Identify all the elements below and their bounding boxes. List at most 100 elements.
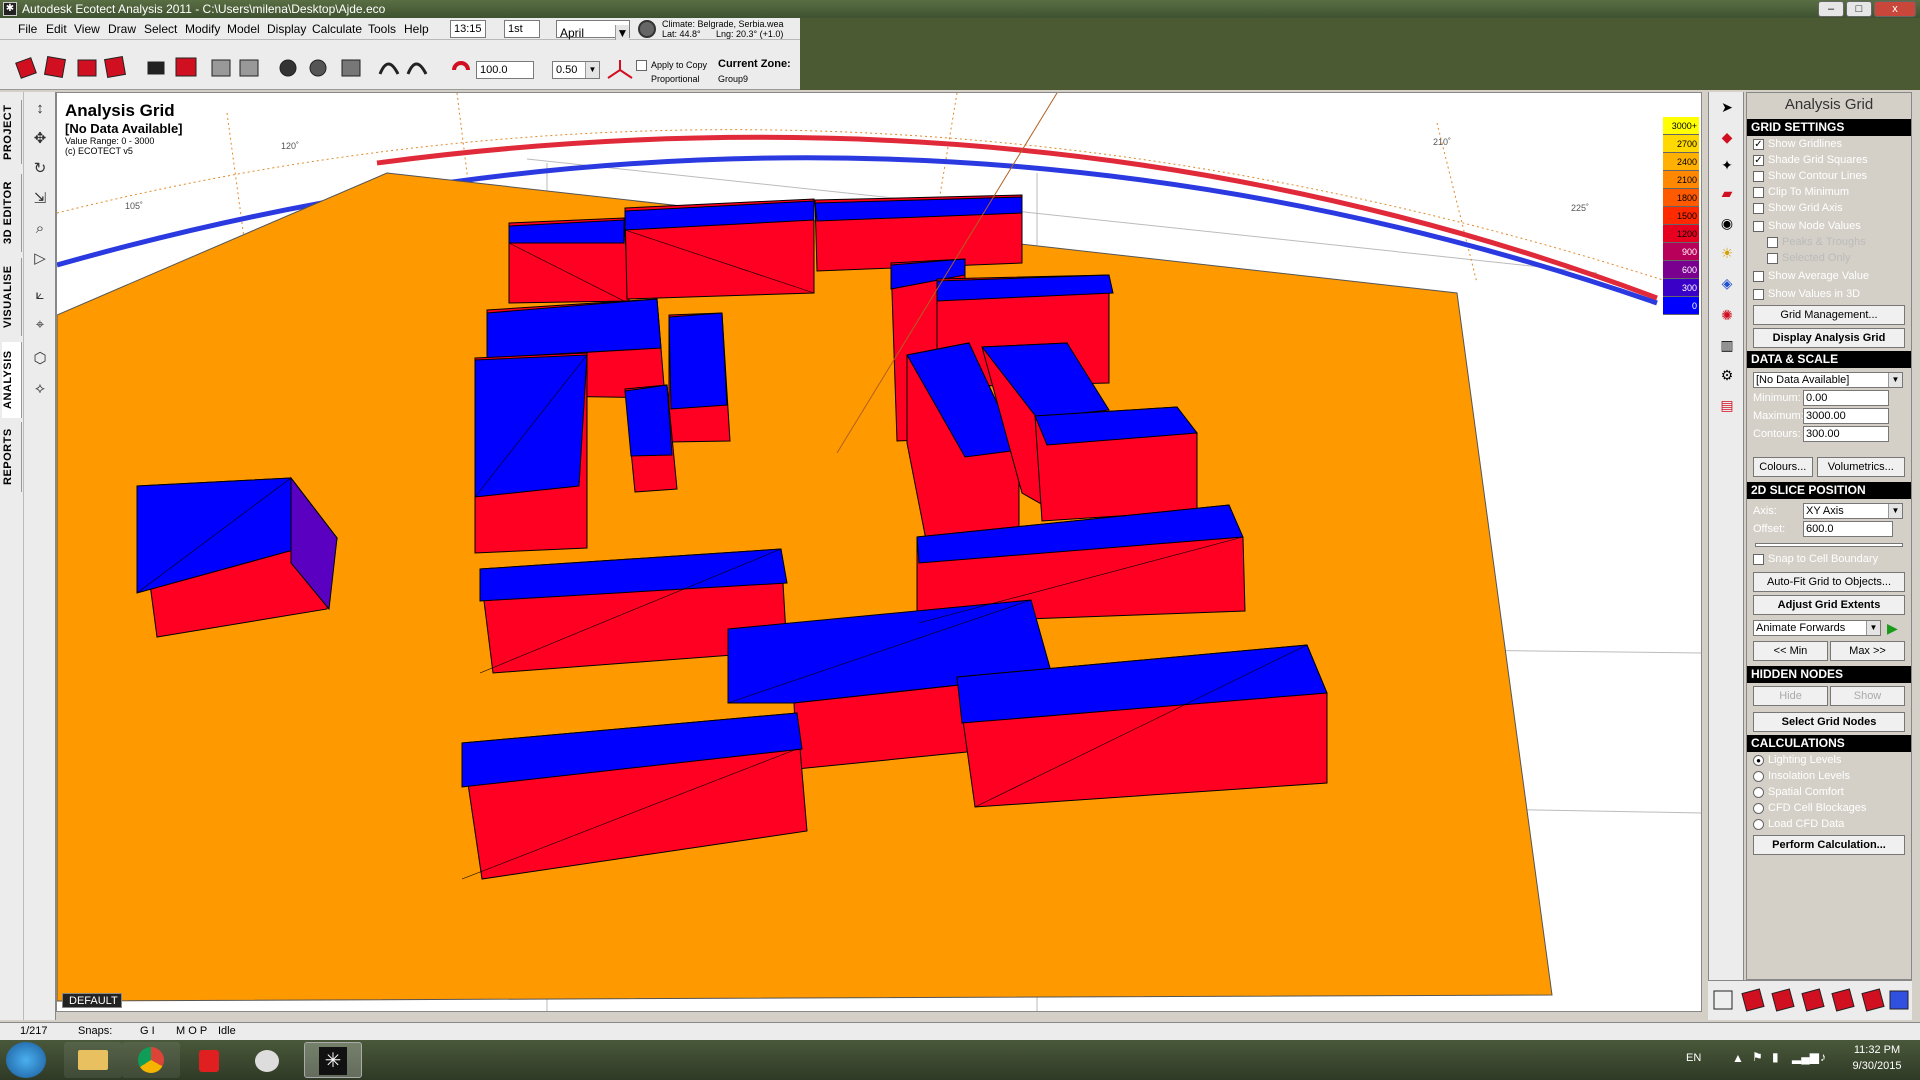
colours-button[interactable]: Colours...	[1753, 457, 1813, 477]
maximum-input[interactable]: 3000.00	[1803, 408, 1889, 424]
shade-grid-row[interactable]: ✓ Shade Grid Squares	[1747, 152, 1911, 168]
explorer-task[interactable]	[64, 1042, 122, 1078]
media-task[interactable]	[180, 1042, 238, 1078]
load-cfd-row[interactable]: Load CFD Data	[1747, 816, 1911, 832]
day-input[interactable]: 1st	[504, 20, 540, 38]
menu-file[interactable]: File	[18, 22, 37, 36]
snap-mop[interactable]: M O P	[176, 1025, 207, 1037]
menu-model[interactable]: Model	[227, 22, 260, 36]
film-task[interactable]	[238, 1042, 296, 1078]
max-button[interactable]: Max >>	[1830, 641, 1905, 661]
chrome-task[interactable]	[122, 1042, 180, 1078]
snap-cell-row[interactable]: Snap to Cell Boundary	[1747, 551, 1907, 567]
offset-input[interactable]: 0.50 ▼	[552, 61, 600, 79]
apply-to-copy-checkbox[interactable]	[636, 60, 647, 71]
current-zone-value[interactable]: Group9	[718, 74, 748, 84]
volumetrics-button[interactable]: Volumetrics...	[1816, 457, 1905, 477]
scene-canvas[interactable]: 105˚ 120˚ 210˚ 225˚	[57, 93, 1702, 1012]
values-3d-checkbox[interactable]	[1753, 288, 1764, 300]
menu-edit[interactable]: Edit	[46, 22, 67, 36]
tab-project[interactable]: PROJECT	[2, 100, 22, 164]
data-select[interactable]: [No Data Available] ▼	[1753, 372, 1903, 388]
bin-icon[interactable]: ▥	[1716, 334, 1738, 356]
axes-icon[interactable]: ⟀	[29, 284, 51, 306]
values-3d-row[interactable]: Show Values in 3D	[1747, 286, 1911, 302]
dolly-icon[interactable]: ⇲	[29, 188, 51, 210]
select-grid-nodes-button[interactable]: Select Grid Nodes	[1753, 712, 1905, 732]
volume-icon[interactable]: ♪	[1820, 1050, 1826, 1064]
ecotect-task[interactable]: ✳	[304, 1042, 362, 1078]
clock-date[interactable]: 9/30/2015	[1844, 1060, 1910, 1072]
perform-calculation-button[interactable]: Perform Calculation...	[1753, 835, 1905, 855]
insolation-levels-radio[interactable]	[1753, 770, 1764, 782]
zoom-icon[interactable]: ⌕	[29, 218, 51, 240]
contours-input[interactable]: 300.00	[1803, 426, 1889, 442]
clock-time[interactable]: 11:32 PM	[1844, 1044, 1910, 1056]
spatial-comfort-row[interactable]: Spatial Comfort	[1747, 784, 1911, 800]
time-input[interactable]: 13:15	[450, 20, 486, 38]
slice-offset-input[interactable]: 600.0	[1803, 521, 1893, 537]
slice-slider[interactable]	[1755, 543, 1903, 547]
zones-icon[interactable]: ✦	[1716, 154, 1738, 176]
contour-lines-row[interactable]: Show Contour Lines	[1747, 168, 1911, 184]
lighting-levels-row[interactable]: ● Lighting Levels	[1747, 752, 1911, 768]
show-button[interactable]: Show	[1830, 686, 1905, 706]
lighting-levels-radio[interactable]: ●	[1753, 754, 1764, 766]
menu-help[interactable]: Help	[404, 22, 429, 36]
node-values-row[interactable]: Show Node Values	[1747, 218, 1911, 234]
close-button[interactable]: x	[1874, 1, 1916, 17]
menu-draw[interactable]: Draw	[108, 22, 136, 36]
globe-icon[interactable]	[638, 20, 656, 38]
auto-fit-button[interactable]: Auto-Fit Grid to Objects...	[1753, 572, 1905, 592]
menu-tools[interactable]: Tools	[368, 22, 396, 36]
data-scale-header[interactable]: DATA & SCALE	[1747, 351, 1911, 368]
3d-viewport[interactable]: 105˚ 120˚ 210˚ 225˚ Analysis Grid [No Da…	[56, 92, 1702, 1012]
month-select[interactable]: April ▼	[556, 20, 630, 41]
minimum-input[interactable]: 0.00	[1803, 390, 1889, 406]
flag-icon[interactable]: ⚑	[1752, 1050, 1763, 1064]
start-button[interactable]	[6, 1042, 46, 1078]
minimize-button[interactable]: –	[1818, 1, 1844, 17]
cfd-blockages-radio[interactable]	[1753, 802, 1764, 814]
adjust-grid-extents-button[interactable]: Adjust Grid Extents	[1753, 595, 1905, 615]
slice-position-header[interactable]: 2D SLICE POSITION	[1747, 482, 1911, 499]
menu-display[interactable]: Display	[267, 22, 306, 36]
script-icon[interactable]: ⚙	[1716, 364, 1738, 386]
pan-vertical-icon[interactable]: ↕	[29, 98, 51, 120]
shade-grid-checkbox[interactable]: ✓	[1753, 154, 1764, 166]
snap-icon[interactable]: ⌖	[29, 314, 51, 336]
hide-button[interactable]: Hide	[1753, 686, 1828, 706]
axis-select[interactable]: XY Axis ▼	[1803, 503, 1903, 519]
language-indicator[interactable]: EN	[1686, 1052, 1701, 1064]
properties-icon[interactable]: ▰	[1716, 182, 1738, 204]
eye-icon[interactable]: ◉	[1716, 212, 1738, 234]
nodes-icon[interactable]: ⟡	[29, 378, 51, 400]
node-values-checkbox[interactable]	[1753, 220, 1764, 232]
display-analysis-grid-button[interactable]: Display Analysis Grid	[1753, 328, 1905, 348]
grid-settings-header[interactable]: GRID SETTINGS	[1747, 119, 1911, 136]
hidden-nodes-header[interactable]: HIDDEN NODES	[1747, 666, 1911, 683]
show-gridlines-row[interactable]: ✓ Show Gridlines	[1747, 136, 1911, 152]
clip-minimum-checkbox[interactable]	[1753, 186, 1764, 198]
contour-lines-checkbox[interactable]	[1753, 170, 1764, 182]
calculations-header[interactable]: CALCULATIONS	[1747, 735, 1911, 752]
insolation-levels-row[interactable]: Insolation Levels	[1747, 768, 1911, 784]
signal-icon[interactable]: ▂▄▆	[1792, 1050, 1819, 1064]
play-icon[interactable]: ▶	[1887, 620, 1901, 636]
menu-modify[interactable]: Modify	[185, 22, 220, 36]
min-button[interactable]: << Min	[1753, 641, 1828, 661]
average-value-row[interactable]: Show Average Value	[1747, 268, 1911, 284]
tab-analysis[interactable]: ANALYSIS	[2, 342, 22, 418]
app-icon[interactable]: ✱	[3, 2, 17, 16]
tab-visualise[interactable]: VISUALISE	[2, 258, 22, 336]
menu-calculate[interactable]: Calculate	[312, 22, 362, 36]
snap-cell-checkbox[interactable]	[1753, 553, 1764, 565]
grid-axis-row[interactable]: Show Grid Axis	[1747, 200, 1911, 216]
orbit-icon[interactable]: ↻	[29, 158, 51, 180]
tab-3d-editor[interactable]: 3D EDITOR	[2, 174, 22, 252]
grid-axis-checkbox[interactable]	[1753, 202, 1764, 214]
tab-reports[interactable]: REPORTS	[2, 422, 22, 492]
network-icon[interactable]: ▮	[1772, 1050, 1779, 1064]
acoustic-icon[interactable]: ✺	[1716, 304, 1738, 326]
load-cfd-radio[interactable]	[1753, 818, 1764, 830]
